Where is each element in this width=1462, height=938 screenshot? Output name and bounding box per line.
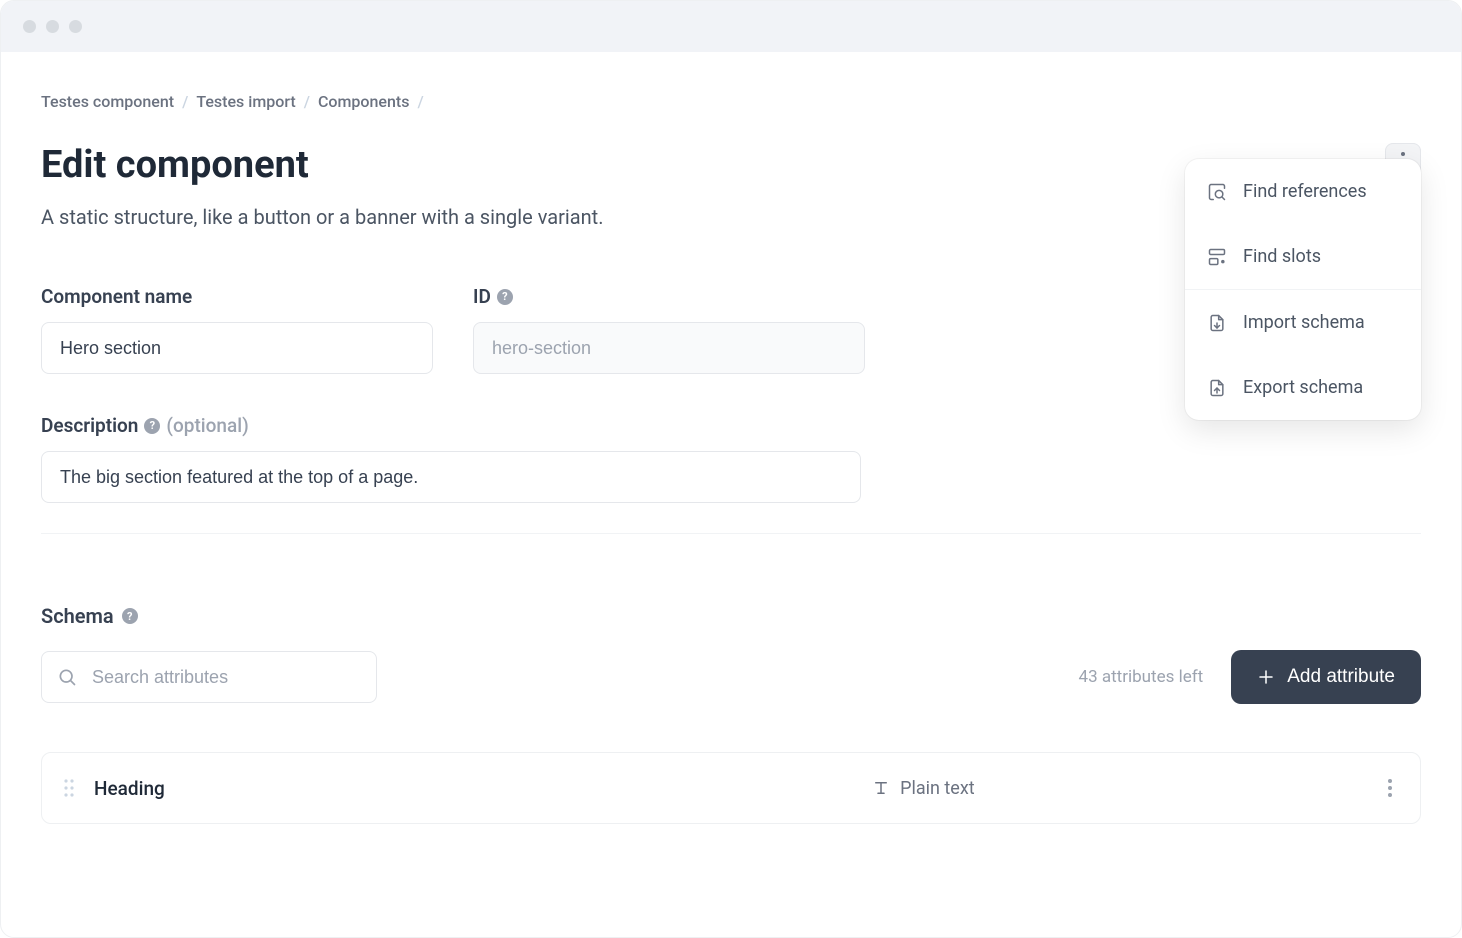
search-icon — [57, 667, 77, 687]
help-icon[interactable]: ? — [144, 418, 160, 434]
drag-handle-icon[interactable] — [64, 779, 74, 797]
page-more-menu: Find references Find slots Import schema… — [1185, 159, 1421, 420]
page-title: Edit component — [41, 143, 604, 187]
find-slots-icon — [1207, 247, 1227, 267]
form-group-description: Description ? (optional) — [41, 414, 1421, 503]
more-vertical-icon — [1388, 779, 1392, 797]
breadcrumb-item[interactable]: Testes import — [196, 92, 295, 111]
form-group-name: Component name — [41, 285, 433, 374]
find-references-icon — [1207, 182, 1227, 202]
help-icon[interactable]: ? — [122, 608, 138, 624]
page-subtitle: A static structure, like a button or a b… — [41, 205, 604, 229]
add-attribute-button[interactable]: Add attribute — [1231, 650, 1421, 704]
component-name-input[interactable] — [41, 322, 433, 374]
attribute-name: Heading — [94, 777, 165, 800]
schema-section-label: Schema ? — [41, 604, 1421, 628]
breadcrumb-separator: / — [417, 92, 423, 111]
description-input[interactable] — [41, 451, 861, 503]
menu-item-label: Find references — [1243, 181, 1367, 202]
traffic-light-close[interactable] — [23, 20, 36, 33]
menu-item-label: Export schema — [1243, 377, 1363, 398]
description-label-text: Description — [41, 414, 138, 437]
attribute-row-more[interactable] — [1382, 773, 1398, 803]
search-attributes-wrap — [41, 651, 377, 703]
traffic-light-zoom[interactable] — [69, 20, 82, 33]
breadcrumb-item[interactable]: Testes component — [41, 92, 174, 111]
add-attribute-label: Add attribute — [1287, 666, 1395, 688]
breadcrumb-item[interactable]: Components — [318, 92, 409, 111]
menu-import-schema[interactable]: Import schema — [1185, 290, 1421, 355]
component-id-input — [473, 322, 865, 374]
text-type-icon — [872, 779, 890, 797]
menu-export-schema[interactable]: Export schema — [1185, 355, 1421, 420]
breadcrumb-separator: / — [182, 92, 188, 111]
schema-actions: 43 attributes left Add attribute — [1079, 650, 1421, 704]
traffic-light-minimize[interactable] — [46, 20, 59, 33]
menu-find-references[interactable]: Find references — [1185, 159, 1421, 224]
breadcrumb-separator: / — [304, 92, 310, 111]
breadcrumb: Testes component / Testes import / Compo… — [41, 92, 1421, 111]
id-label-text: ID — [473, 285, 491, 308]
section-divider — [41, 533, 1421, 534]
optional-hint: (optional) — [166, 414, 248, 437]
id-label: ID ? — [473, 285, 865, 308]
menu-item-label: Find slots — [1243, 246, 1321, 267]
app-window: Testes component / Testes import / Compo… — [0, 0, 1462, 938]
window-titlebar — [1, 1, 1461, 52]
component-name-label: Component name — [41, 285, 433, 308]
plus-icon — [1257, 668, 1275, 686]
schema-toolbar: 43 attributes left Add attribute — [41, 650, 1421, 704]
import-icon — [1207, 313, 1227, 333]
form-group-id: ID ? — [473, 285, 865, 374]
attributes-remaining: 43 attributes left — [1079, 667, 1204, 687]
schema-label-text: Schema — [41, 604, 114, 628]
export-icon — [1207, 378, 1227, 398]
attribute-type-cell: Plain text — [185, 778, 1362, 799]
menu-item-label: Import schema — [1243, 312, 1365, 333]
attribute-type-label: Plain text — [900, 778, 975, 799]
attribute-row[interactable]: Heading Plain text — [41, 752, 1421, 824]
help-icon[interactable]: ? — [497, 289, 513, 305]
menu-find-slots[interactable]: Find slots — [1185, 224, 1421, 289]
search-attributes-input[interactable] — [41, 651, 377, 703]
